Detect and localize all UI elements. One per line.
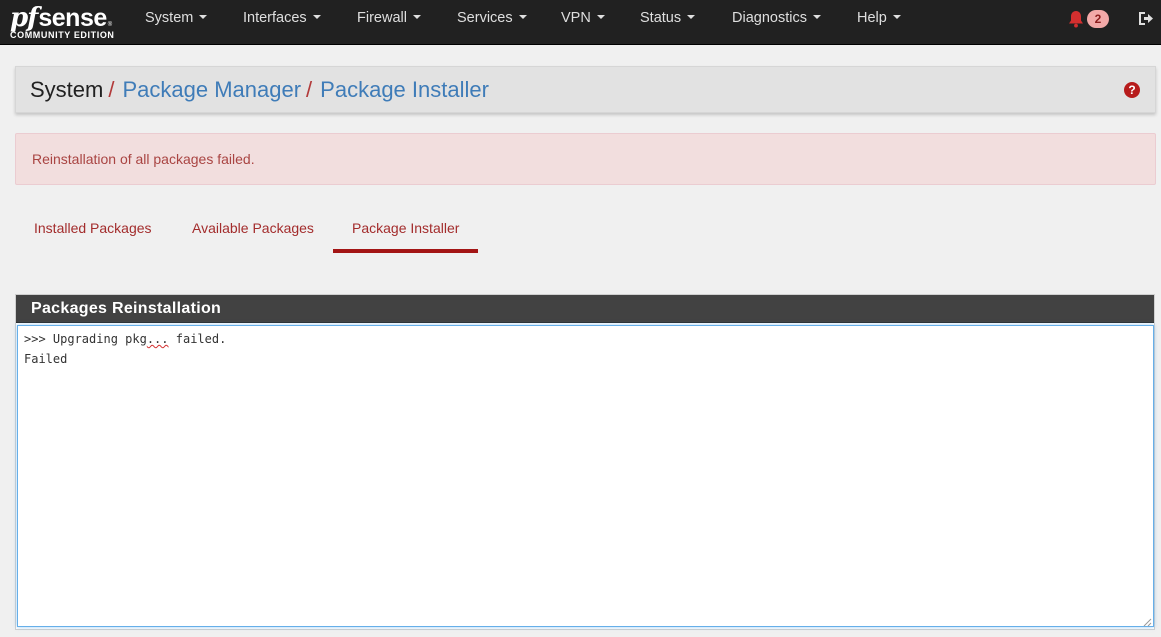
nav-system-label: System	[145, 10, 194, 26]
top-navbar: pf sense ® COMMUNITY EDITION System Interf…	[0, 0, 1161, 45]
bell-icon[interactable]	[1066, 9, 1086, 29]
caret-down-icon	[687, 15, 696, 20]
caret-down-icon	[412, 15, 421, 20]
active-tab-indicator	[333, 249, 478, 253]
tab-package-installer[interactable]: Package Installer	[352, 220, 459, 236]
resize-grip-icon[interactable]	[1143, 618, 1152, 627]
nav-interfaces-label: Interfaces	[243, 10, 307, 26]
notification-count-badge[interactable]: 2	[1087, 10, 1109, 28]
pfsense-logo[interactable]: pf sense ® COMMUNITY EDITION	[8, 3, 120, 43]
console-line: Failed	[24, 352, 68, 366]
logo-registered-mark: ®	[107, 22, 113, 28]
caret-down-icon	[199, 15, 208, 20]
nav-help[interactable]: Help	[857, 0, 901, 45]
caret-down-icon	[812, 15, 821, 20]
breadcrumb: System / Package Manager / Package Installer	[30, 77, 489, 103]
help-icon[interactable]: ?	[1124, 82, 1140, 98]
error-alert: Reinstallation of all packages failed.	[15, 133, 1156, 185]
panel-heading: Packages Reinstallation	[16, 295, 1154, 323]
packages-reinstallation-panel: Packages Reinstallation >>> Upgrading pk…	[15, 294, 1155, 630]
breadcrumb-system: System	[30, 77, 104, 102]
nav-vpn[interactable]: VPN	[561, 0, 605, 45]
nav-status-label: Status	[640, 10, 682, 26]
breadcrumb-package-manager[interactable]: Package Manager	[122, 77, 301, 102]
console-line: >>> Upgrading pkg... failed.	[24, 329, 1147, 349]
caret-down-icon	[892, 15, 901, 20]
breadcrumb-bar: System / Package Manager / Package Installer…	[15, 66, 1156, 113]
nav-help-label: Help	[857, 10, 887, 26]
console-line-prefix: >>> Upgrading pkg	[24, 332, 147, 346]
spellcheck-underline: ...	[146, 332, 169, 346]
nav-firewall-label: Firewall	[357, 10, 407, 26]
logo-pf-text: pf	[10, 3, 38, 33]
nav-diagnostics[interactable]: Diagnostics	[732, 0, 821, 45]
nav-firewall[interactable]: Firewall	[357, 0, 421, 45]
console-output-textarea[interactable]: >>> Upgrading pkg... failed. Failed	[17, 325, 1154, 627]
console-line-suffix: failed.	[168, 332, 227, 346]
nav-status[interactable]: Status	[640, 0, 696, 45]
breadcrumb-package-installer[interactable]: Package Installer	[320, 77, 489, 102]
nav-vpn-label: VPN	[561, 10, 591, 26]
nav-services-label: Services	[457, 10, 513, 26]
logo-sense-text: sense	[38, 4, 107, 32]
caret-down-icon	[596, 15, 605, 20]
nav-system[interactable]: System	[145, 0, 208, 45]
tab-installed-packages[interactable]: Installed Packages	[34, 220, 152, 236]
caret-down-icon	[518, 15, 527, 20]
nav-diagnostics-label: Diagnostics	[732, 10, 807, 26]
alert-message: Reinstallation of all packages failed.	[32, 151, 255, 167]
logo-wordmark: pf sense ®	[10, 3, 112, 33]
breadcrumb-separator: /	[108, 77, 115, 102]
nav-interfaces[interactable]: Interfaces	[243, 0, 321, 45]
breadcrumb-separator: /	[306, 77, 313, 102]
logo-edition: COMMUNITY EDITION	[10, 30, 115, 40]
tab-available-packages[interactable]: Available Packages	[192, 220, 314, 236]
caret-down-icon	[312, 15, 321, 20]
nav-services[interactable]: Services	[457, 0, 527, 45]
panel-title: Packages Reinstallation	[31, 300, 222, 317]
logout-icon[interactable]	[1137, 10, 1154, 27]
